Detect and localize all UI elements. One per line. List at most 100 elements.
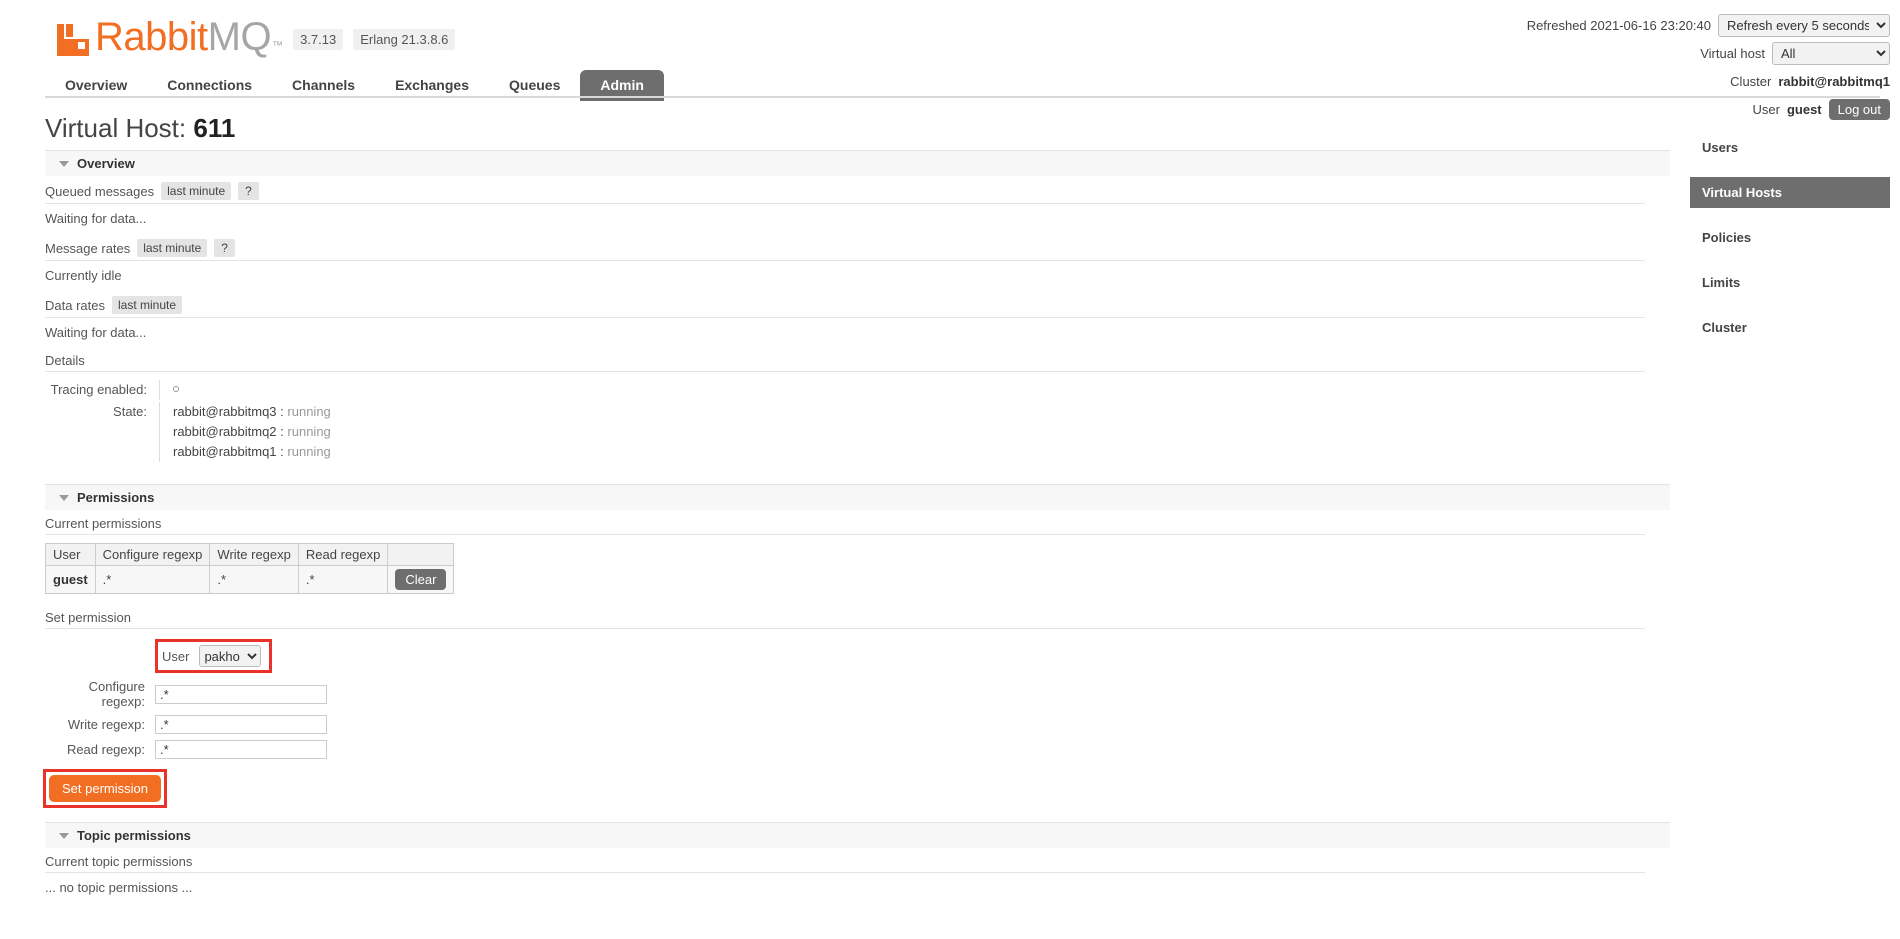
current-topic-permissions-header: Current topic permissions <box>45 848 1645 873</box>
help-icon[interactable]: ? <box>238 182 259 200</box>
column-actions <box>387 543 455 566</box>
tab-underline-divider <box>45 96 1880 98</box>
write-regexp-input[interactable] <box>155 715 327 734</box>
node-state: running <box>287 424 331 439</box>
queued-messages-header: Queued messages last minute ? <box>45 176 1645 204</box>
vhost-row: Virtual host All <box>1527 41 1890 66</box>
chevron-down-icon <box>59 160 69 167</box>
read-regexp-row: Read regexp: <box>45 740 1670 759</box>
configure-regexp-input[interactable] <box>155 684 327 704</box>
details-header: Details <box>45 347 1645 372</box>
set-permission-label: Set permission <box>45 610 131 625</box>
vhost-details-table: Tracing enabled: State: rabbit@rabbitmq3… <box>45 380 1670 462</box>
cluster-label: Cluster <box>1730 74 1772 89</box>
node-separator: : <box>280 404 284 419</box>
message-rates-label: Message rates <box>45 240 131 256</box>
clear-permission-button[interactable]: Clear <box>395 569 447 590</box>
cluster-row: Cluster rabbit@rabbitmq1 <box>1527 69 1890 94</box>
main-content: Virtual Host: 611 Overview Queued messag… <box>43 105 1670 902</box>
vhost-label: Virtual host <box>1700 46 1765 61</box>
current-topic-permissions-label: Current topic permissions <box>45 854 193 869</box>
read-regexp-input[interactable] <box>155 740 327 759</box>
topic-permissions-empty-text: ... no topic permissions ... <box>45 880 193 895</box>
vhost-select[interactable]: All <box>1772 42 1890 65</box>
cell-actions: Clear <box>387 565 455 594</box>
message-rates-status: Currently idle <box>45 268 122 283</box>
section-label-permissions: Permissions <box>77 490 155 505</box>
data-rates-status: Waiting for data... <box>45 325 147 340</box>
read-regexp-label: Read regexp: <box>66 742 145 757</box>
section-label-overview: Overview <box>77 156 135 171</box>
erlang-version-badge: Erlang 21.3.8.6 <box>353 29 456 50</box>
logo-text-rabbit: Rabbit <box>95 15 208 59</box>
app-header: Rabbit MQ ™ 3.7.13 Erlang 21.3.8.6 Refre… <box>0 0 1900 120</box>
cell-user: guest <box>45 565 96 594</box>
admin-side-nav: Users Virtual Hosts Policies Limits Clus… <box>1690 132 1890 357</box>
data-rates-period-chip[interactable]: last minute <box>111 296 183 314</box>
user-name: guest <box>1786 102 1822 117</box>
logo-text-mq: MQ <box>207 15 272 59</box>
set-permission-user-select[interactable]: pakho <box>199 645 262 667</box>
details-label: Details <box>45 353 85 368</box>
message-rates-period-chip[interactable]: last minute <box>137 239 208 257</box>
logo-trademark-icon: ™ <box>272 40 284 52</box>
data-rates-header: Data rates last minute <box>45 290 1645 318</box>
sidebar-item-limits[interactable]: Limits <box>1690 267 1890 298</box>
help-icon[interactable]: ? <box>214 239 235 257</box>
section-header-permissions[interactable]: Permissions <box>45 484 1670 510</box>
node-separator: : <box>280 444 284 459</box>
node-state: running <box>287 444 331 459</box>
refresh-row: Refreshed 2021-06-16 23:20:40 Refresh ev… <box>1527 13 1890 38</box>
tracing-row: Tracing enabled: <box>45 380 1670 400</box>
column-configure-regexp: Configure regexp <box>94 543 211 566</box>
rabbitmq-logo[interactable]: Rabbit MQ ™ 3.7.13 Erlang 21.3.8.6 <box>57 15 456 59</box>
state-label: State: <box>45 402 160 462</box>
refreshed-timestamp: Refreshed 2021-06-16 23:20:40 <box>1526 18 1711 33</box>
section-header-topic-permissions[interactable]: Topic permissions <box>45 822 1670 848</box>
cluster-name: rabbit@rabbitmq1 <box>1778 74 1890 89</box>
user-label: User <box>1752 102 1780 117</box>
refresh-interval-select[interactable]: Refresh every 5 seconds <box>1718 14 1890 37</box>
tracing-value <box>160 380 179 400</box>
node-name: rabbit@rabbitmq1 <box>173 444 277 459</box>
logout-button[interactable]: Log out <box>1828 99 1890 120</box>
sidebar-item-virtual-hosts[interactable]: Virtual Hosts <box>1690 177 1890 208</box>
set-permission-header: Set permission <box>45 604 1645 629</box>
section-header-overview[interactable]: Overview <box>45 150 1670 176</box>
table-header-row: User Configure regexp Write regexp Read … <box>45 543 455 566</box>
write-regexp-row: Write regexp: <box>45 715 1670 734</box>
cell-configure-regexp: .* <box>94 565 211 594</box>
current-permissions-header: Current permissions <box>45 510 1645 535</box>
data-rates-label: Data rates <box>45 297 105 313</box>
table-row: guest .* .* .* Clear <box>45 565 455 594</box>
column-user: User <box>45 543 96 566</box>
node-state: running <box>287 404 331 419</box>
permissions-table: User Configure regexp Write regexp Read … <box>45 543 455 594</box>
node-status-row: rabbit@rabbitmq3 : running <box>173 402 331 422</box>
chevron-down-icon <box>59 494 69 501</box>
node-name: rabbit@rabbitmq2 <box>173 424 277 439</box>
cell-write-regexp: .* <box>209 565 299 594</box>
set-permission-user-label: User <box>162 648 190 664</box>
message-rates-header: Message rates last minute ? <box>45 233 1645 261</box>
column-read-regexp: Read regexp <box>297 543 389 566</box>
tracing-disabled-icon <box>173 386 179 392</box>
state-value: rabbit@rabbitmq3 : running rabbit@rabbit… <box>160 402 331 462</box>
sidebar-item-cluster[interactable]: Cluster <box>1690 312 1890 343</box>
set-permission-user-row: User pakho <box>45 639 1670 673</box>
sidebar-item-policies[interactable]: Policies <box>1690 222 1890 253</box>
user-field-highlight-annotation: User pakho <box>155 639 273 673</box>
configure-regexp-label: Configure regexp: <box>88 679 145 709</box>
node-status-row: rabbit@rabbitmq1 : running <box>173 442 331 462</box>
tracing-label: Tracing enabled: <box>45 380 160 400</box>
set-permission-button-highlight-annotation: Set permission <box>43 769 167 808</box>
column-write-regexp: Write regexp <box>209 543 299 566</box>
queued-messages-period-chip[interactable]: last minute <box>161 182 232 200</box>
state-row: State: rabbit@rabbitmq3 : running rabbit… <box>45 402 1670 462</box>
cell-read-regexp: .* <box>297 565 389 594</box>
set-permission-button[interactable]: Set permission <box>49 775 161 802</box>
sidebar-item-users[interactable]: Users <box>1690 132 1890 163</box>
queued-messages-label: Queued messages <box>45 183 155 199</box>
rabbitmq-logo-icon <box>57 22 91 56</box>
page-title-prefix: Virtual Host: <box>45 113 187 143</box>
